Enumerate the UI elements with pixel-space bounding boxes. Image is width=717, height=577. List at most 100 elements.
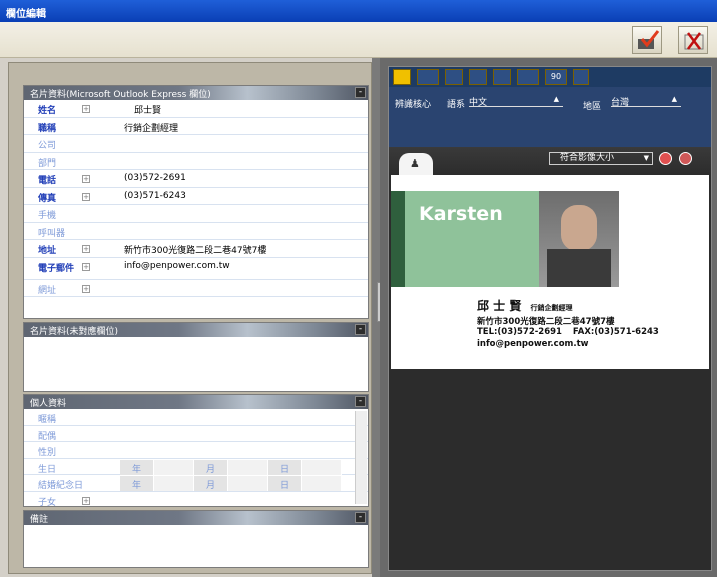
date-year-input[interactable] [154,476,194,491]
rotate-icon[interactable] [517,69,539,85]
field-label: 電話 [38,176,57,186]
card-tel: TEL:(03)572-2691 [477,327,562,337]
save-icon[interactable] [573,69,589,85]
field-row[interactable]: 部門 [24,153,368,170]
personal-row[interactable]: 子女 + [24,492,368,506]
region-label: 地區 [583,102,602,112]
collapse-button[interactable]: - [355,324,366,335]
field-value[interactable]: 新竹市300光復路二段二巷47號7樓 [124,243,266,256]
panel-title: 名片資料(未對應欄位) [30,327,119,337]
date-month-label: 月 [194,476,228,491]
expand-plus-icon[interactable]: + [82,496,90,505]
confirm-button[interactable] [632,26,662,54]
expand-plus-icon[interactable]: + [82,105,90,113]
card-green-stripe [391,191,405,287]
fit-page-icon[interactable] [445,69,463,85]
business-card-image: Karsten 邱 士 賢 行銷企劃經理 新竹市300光復路二段二巷47號7樓 … [391,175,709,369]
fit-height-icon[interactable] [469,69,487,85]
date-year-label: 年 [120,476,154,491]
photo-face [561,205,597,251]
field-value[interactable]: (03)572-2691 [124,173,186,183]
field-label: 公司 [38,141,57,151]
panel-header: 名片資料(未對應欄位) - [24,323,368,337]
field-label: 職稱 [38,123,57,134]
expand-plus-icon[interactable]: + [82,245,90,253]
vertical-scrollbar[interactable] [355,411,367,504]
rotate-90-icon[interactable]: 90 [545,69,567,85]
zoom-select[interactable]: 符合影像大小 ▼ [549,152,653,165]
recognition-settings: 辨識核心 語系 中文 ▲ 地區 台灣 ▲ [389,87,711,147]
personal-row[interactable]: 生日 年 月 日 [24,459,368,475]
zoom-icon[interactable] [493,69,511,85]
date-month-input[interactable] [228,459,268,475]
edit-icon[interactable] [679,152,692,165]
field-row[interactable]: 地址 + 新竹市300光復路二段二巷47號7樓 [24,240,368,258]
field-row[interactable]: 電話 + (03)572-2691 [24,170,368,188]
personal-row[interactable]: 性別 [24,442,368,459]
name-zh-text: 邱 士 賢 [477,299,522,313]
image-toolbar: 90 [389,67,711,87]
check-icon [638,30,660,49]
personal-row[interactable]: 結婚紀念日 年 月 日 [24,475,368,492]
field-row[interactable]: 呼叫器 [24,223,368,240]
date-month-input[interactable] [228,476,268,491]
image-viewer: 90 辨識核心 語系 中文 ▲ 地區 台灣 ▲ ♟ 符合影像大小 ▼ Karst… [388,66,712,571]
collapse-button[interactable]: - [355,87,366,98]
dropdown-arrow-icon: ▲ [553,95,559,103]
expand-plus-icon[interactable]: + [82,192,90,201]
tab-card[interactable]: ♟ [399,153,433,175]
field-label: 傳真 [38,193,57,204]
region-value: 台灣 [611,98,630,108]
unmapped-fields-panel: 名片資料(未對應欄位) - [23,322,369,392]
personal-row[interactable]: 暱稱 [24,409,368,426]
panel-title: 個人資料 [30,399,67,409]
date-day-label: 日 [268,459,302,475]
main-toolbar [0,22,717,58]
field-row[interactable]: 姓名 + 邱士賢 [24,100,368,118]
date-day-input[interactable] [302,476,342,491]
core-label: 辨識核心 [395,100,432,110]
dropdown-arrow-icon: ▲ [671,95,677,103]
title-zh-text: 行銷企劃經理 [530,304,573,312]
field-row[interactable]: 公司 [24,135,368,153]
field-label: 地址 [38,246,57,256]
panel-header: 個人資料 - [24,395,368,409]
field-value[interactable]: 行銷企劃經理 [124,121,178,134]
date-day-input[interactable] [302,459,342,475]
fit-width-icon[interactable] [417,69,439,85]
card-address: 新竹市300光復路二段二巷47號7樓 [477,317,615,327]
date-year-label: 年 [120,459,154,475]
email-icon[interactable] [659,152,672,165]
panel-title: 名片資料(Microsoft Outlook Express 欄位) [30,90,211,100]
collapse-button[interactable]: - [355,512,366,523]
personal-info-panel: 個人資料 - 暱稱 配偶 性別 生日年月日結婚紀念日年月日子女 + [23,394,369,507]
field-value[interactable]: (03)571-6243 [124,191,186,201]
lang-label: 語系 [447,100,466,110]
expand-plus-icon[interactable]: + [82,284,90,293]
field-row[interactable]: 傳真 + (03)571-6243 [24,188,368,205]
field-row[interactable]: 手機 [24,205,368,223]
language-select[interactable]: 中文 ▲ [469,95,563,108]
collapse-button[interactable]: - [355,396,366,407]
expand-plus-icon[interactable]: + [82,175,90,183]
field-value[interactable]: info@penpower.com.tw [124,261,230,271]
dropdown-arrow-icon: ▼ [643,154,649,162]
field-row[interactable]: 職稱 行銷企劃經理 [24,118,368,135]
expand-plus-icon[interactable]: + [82,262,90,271]
card-photo [539,191,619,287]
outlook-fields-panel: 名片資料(Microsoft Outlook Express 欄位) - 姓名 +… [23,85,369,319]
cancel-button[interactable] [678,26,708,54]
card-name-en: Karsten [419,203,503,225]
date-year-input[interactable] [154,459,194,475]
field-label: 配偶 [38,431,57,442]
region-select[interactable]: 台灣 ▲ [611,95,681,108]
field-row[interactable]: 網址 + [24,280,368,297]
move-icon[interactable] [393,69,411,85]
close-icon [684,32,704,50]
field-row[interactable]: 電子郵件 + info@penpower.com.tw [24,258,368,280]
personal-row[interactable]: 配偶 [24,426,368,442]
field-label: 生日 [38,464,57,475]
field-label: 暱稱 [38,415,57,425]
field-value[interactable]: 邱士賢 [134,103,161,116]
card-name-zh: 邱 士 賢 行銷企劃經理 [477,297,573,314]
